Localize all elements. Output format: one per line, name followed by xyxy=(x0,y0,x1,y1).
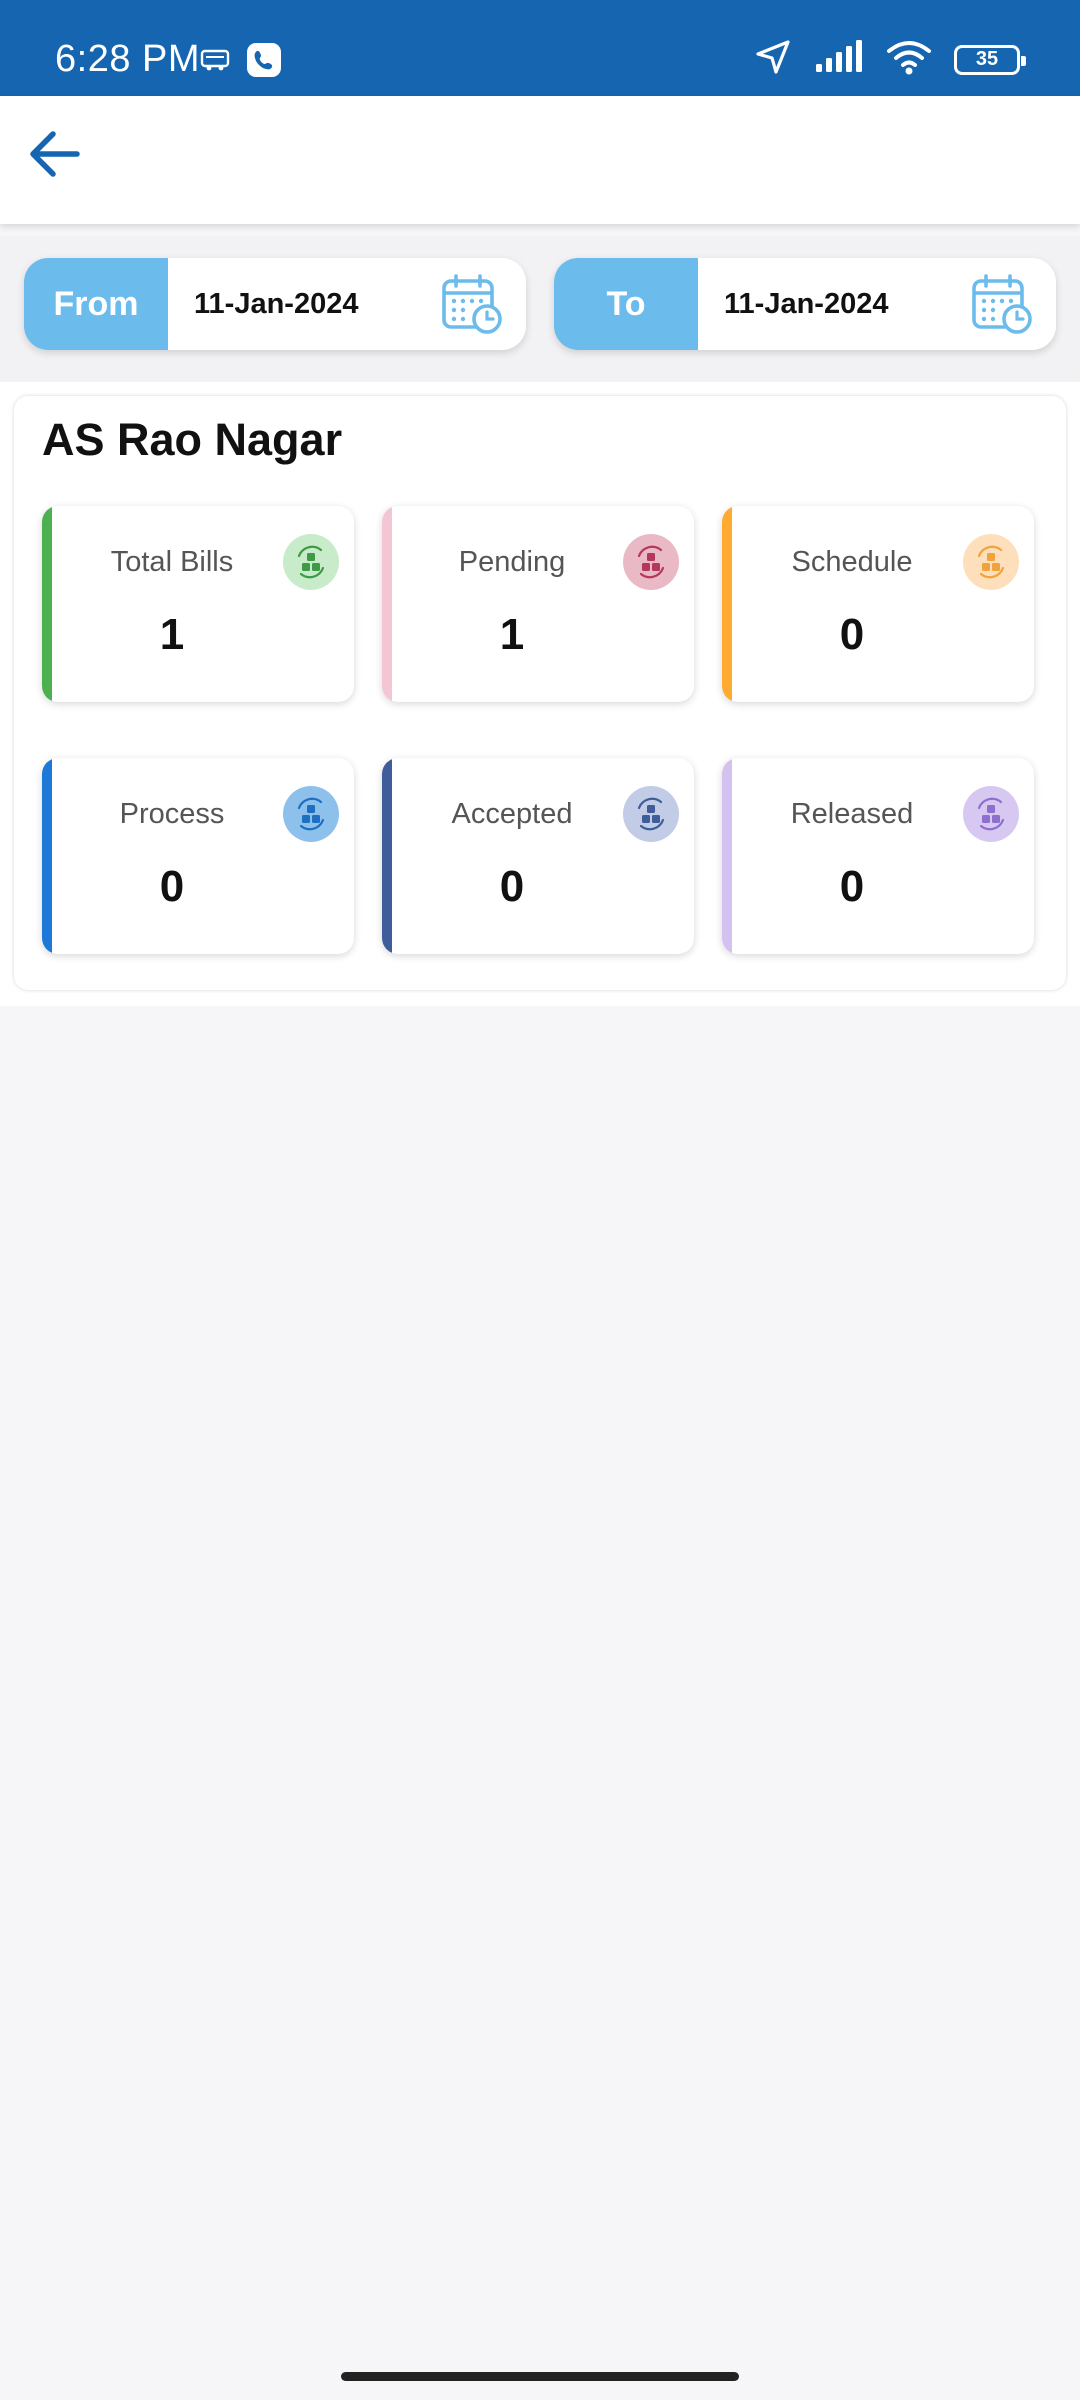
home-indicator xyxy=(341,2372,739,2381)
arrow-left-icon xyxy=(27,130,81,183)
status-bar: 6:28 PM 35 xyxy=(0,0,1080,96)
stat-accent-bar xyxy=(722,506,732,702)
battery-icon: 35 xyxy=(954,44,1026,75)
location-summary-card: AS Rao Nagar Total Bills 1 Pending 1 Schedul… xyxy=(14,396,1066,990)
stat-label: Accepted xyxy=(451,798,573,830)
stat-accent-bar xyxy=(42,758,52,954)
to-date-picker[interactable]: To 11-Jan-2024 xyxy=(554,258,1056,350)
location-arrow-icon xyxy=(754,38,792,81)
status-time: 6:28 PM xyxy=(55,38,201,80)
cycle-boxes-icon xyxy=(283,786,339,842)
to-label: To xyxy=(554,258,698,350)
cycle-boxes-icon xyxy=(623,534,679,590)
stat-tile-pending[interactable]: Pending 1 xyxy=(382,506,694,702)
location-title: AS Rao Nagar xyxy=(42,414,343,465)
stat-label: Released xyxy=(790,798,914,830)
stat-tile-schedule[interactable]: Schedule 0 xyxy=(722,506,1034,702)
stat-value: 0 xyxy=(159,862,185,911)
cycle-boxes-icon xyxy=(623,786,679,842)
calendar-clock-icon[interactable] xyxy=(962,264,1042,344)
stat-value: 0 xyxy=(839,610,865,659)
cycle-boxes-icon xyxy=(963,786,1019,842)
stat-tile-process[interactable]: Process 0 xyxy=(42,758,354,954)
signal-icon xyxy=(814,40,864,79)
app-bar xyxy=(0,96,1080,224)
stat-value: 0 xyxy=(839,862,865,911)
cycle-boxes-icon xyxy=(283,534,339,590)
cycle-boxes-icon xyxy=(963,534,1019,590)
stat-label: Total Bills xyxy=(110,546,234,578)
stat-label: Pending xyxy=(458,546,566,578)
stat-label: Process xyxy=(119,798,225,830)
stat-tile-released[interactable]: Released 0 xyxy=(722,758,1034,954)
stat-tile-accepted[interactable]: Accepted 0 xyxy=(382,758,694,954)
summary-section: AS Rao Nagar Total Bills 1 Pending 1 Schedul… xyxy=(0,382,1080,1006)
date-filter-row: From 11-Jan-2024 To 11-Jan-2024 xyxy=(0,236,1080,382)
stat-accent-bar xyxy=(722,758,732,954)
stat-tile-total-bills[interactable]: Total Bills 1 xyxy=(42,506,354,702)
from-date-value[interactable]: 11-Jan-2024 xyxy=(168,288,432,321)
stat-accent-bar xyxy=(382,758,392,954)
redbus-icon xyxy=(200,48,232,77)
from-label: From xyxy=(24,258,168,350)
stat-value: 1 xyxy=(499,610,525,659)
stat-accent-bar xyxy=(382,506,392,702)
stat-accent-bar xyxy=(42,506,52,702)
wifi-icon xyxy=(886,39,932,80)
stat-value: 1 xyxy=(159,610,185,659)
to-date-value[interactable]: 11-Jan-2024 xyxy=(698,288,962,321)
from-date-picker[interactable]: From 11-Jan-2024 xyxy=(24,258,526,350)
stat-value: 0 xyxy=(499,862,525,911)
phone-call-icon xyxy=(246,42,282,83)
stat-label: Schedule xyxy=(791,546,913,578)
calendar-clock-icon[interactable] xyxy=(432,264,512,344)
back-button[interactable] xyxy=(22,124,86,188)
